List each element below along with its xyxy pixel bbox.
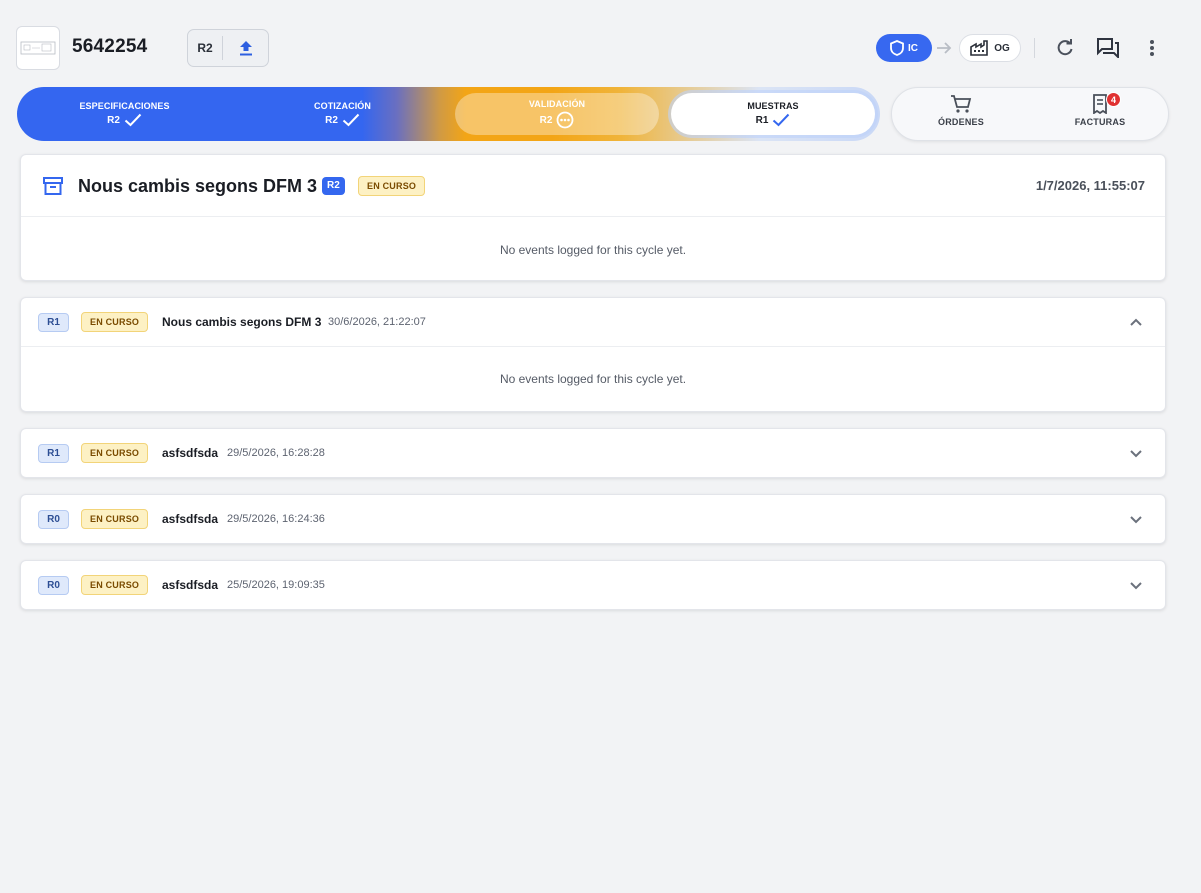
invoices-label: FACTURAS <box>1074 117 1126 127</box>
cart-icon <box>951 95 972 113</box>
header-divider <box>1034 38 1035 58</box>
shield-icon <box>890 40 904 56</box>
step-rev: R2 <box>325 114 338 126</box>
step-title: ESPECIFICACIONES <box>79 101 170 111</box>
cycle-date: 29/5/2026, 16:24:36 <box>227 513 325 525</box>
more-options-button[interactable] <box>1140 36 1164 60</box>
step-muestras[interactable]: MUESTRAS R1 <box>671 93 875 135</box>
cycle-date: 25/5/2026, 19:09:35 <box>227 579 325 591</box>
cycle-title: asfsdfsda <box>162 512 219 526</box>
part-thumbnail[interactable] <box>16 26 60 70</box>
step-especificaciones[interactable]: ESPECIFICACIONES R2 <box>47 87 202 141</box>
empty-events-message: No events logged for this cycle yet. <box>499 372 687 386</box>
cycle-card: R0 EN CURSO asfsdfsda 25/5/2026, 19:09:3… <box>20 560 1166 610</box>
cycle-header[interactable]: R0 EN CURSO asfsdfsda 25/5/2026, 19:09:3… <box>21 561 1165 610</box>
cycle-header[interactable]: R1 EN CURSO asfsdfsda 29/5/2026, 16:28:2… <box>21 429 1165 478</box>
cycle-title: asfsdfsda <box>162 446 219 460</box>
flow-og-pill[interactable]: OG <box>959 34 1021 62</box>
process-stepper: ESPECIFICACIONES R2 COTIZACIÓN R2 VALIDA… <box>17 87 880 141</box>
upload-icon <box>239 41 252 56</box>
status-badge: EN CURSO <box>81 443 149 463</box>
chevron-down-icon[interactable] <box>1129 512 1143 526</box>
cycle-card: R1 EN CURSO Nous cambis segons DFM 3 30/… <box>20 297 1166 412</box>
arrow-right-icon <box>937 42 952 54</box>
step-rev: R2 <box>107 114 120 126</box>
cycle-date: 1/7/2026, 11:55:07 <box>1035 178 1145 193</box>
cycle-date: 29/5/2026, 16:28:28 <box>227 447 325 459</box>
invoices-count-badge: 4 <box>1106 92 1121 107</box>
step-title: VALIDACIÓN <box>528 99 586 109</box>
flow-to-label: OG <box>994 42 1010 54</box>
revision-selector[interactable]: R2 <box>188 36 223 60</box>
step-validacion[interactable]: VALIDACIÓN R2 <box>455 93 659 135</box>
cycle-rev-badge: R2 <box>322 177 345 195</box>
upload-button[interactable] <box>223 30 268 66</box>
check-icon <box>124 113 142 127</box>
cycle-rev-badge: R1 <box>38 313 69 332</box>
step-title: COTIZACIÓN <box>314 101 371 111</box>
drawing-thumbnail-icon <box>20 41 56 55</box>
refresh-button[interactable] <box>1053 36 1077 60</box>
check-icon <box>773 113 790 127</box>
step-cotizacion[interactable]: COTIZACIÓN R2 <box>265 87 420 141</box>
refresh-icon <box>1057 39 1073 56</box>
revision-group: R2 <box>187 29 269 67</box>
cycle-title: asfsdfsda <box>162 578 219 592</box>
factory-icon <box>970 40 989 56</box>
orders-button[interactable]: ÓRDENES <box>906 94 1016 127</box>
flow-from-label: IC <box>908 42 918 54</box>
flow-ic-pill[interactable]: IC <box>876 34 932 62</box>
cycle-title: Nous cambis segons DFM 3 <box>78 176 318 196</box>
more-vertical-icon <box>1150 40 1154 56</box>
cycle-rev-badge: R0 <box>38 510 69 529</box>
step-rev: R1 <box>755 114 769 126</box>
orders-label: ÓRDENES <box>938 117 984 127</box>
chevron-down-icon[interactable] <box>1129 446 1143 460</box>
cycle-header[interactable]: R0 EN CURSO asfsdfsda 29/5/2026, 16:24:3… <box>21 495 1165 544</box>
cycle-rev-badge: R1 <box>38 444 69 463</box>
pending-icon <box>556 111 574 129</box>
part-number: 5642254 <box>72 36 148 57</box>
chevron-down-icon[interactable] <box>1129 578 1143 592</box>
comments-button[interactable] <box>1096 36 1120 60</box>
status-badge: EN CURSO <box>81 509 149 529</box>
chevron-up-icon[interactable] <box>1129 315 1143 329</box>
empty-events-message: No events logged for this cycle yet. <box>499 243 687 257</box>
chat-icon <box>1097 38 1119 58</box>
orders-invoices-nav: ÓRDENES 4 FACTURAS <box>891 87 1169 141</box>
status-badge: EN CURSO <box>81 312 149 332</box>
cycle-card: R0 EN CURSO asfsdfsda 29/5/2026, 16:24:3… <box>20 494 1166 544</box>
cycle-date: 30/6/2026, 21:22:07 <box>328 316 426 328</box>
cycle-title: Nous cambis segons DFM 3 <box>162 315 322 329</box>
check-icon <box>342 113 360 127</box>
archive-icon <box>43 177 63 195</box>
current-cycle-card: Nous cambis segons DFM 3 R2 EN CURSO 1/7… <box>20 154 1166 281</box>
top-header: 5642254 R2 IC OG <box>16 26 1186 70</box>
step-title: MUESTRAS <box>747 101 799 111</box>
status-badge: EN CURSO <box>81 575 149 595</box>
cycle-header[interactable]: R1 EN CURSO Nous cambis segons DFM 3 30/… <box>21 298 1165 347</box>
cycle-rev-badge: R0 <box>38 576 69 595</box>
cycle-card: R1 EN CURSO asfsdfsda 29/5/2026, 16:28:2… <box>20 428 1166 478</box>
step-rev: R2 <box>539 114 553 126</box>
status-badge: EN CURSO <box>358 176 426 196</box>
invoices-button[interactable]: 4 FACTURAS <box>1045 92 1155 127</box>
